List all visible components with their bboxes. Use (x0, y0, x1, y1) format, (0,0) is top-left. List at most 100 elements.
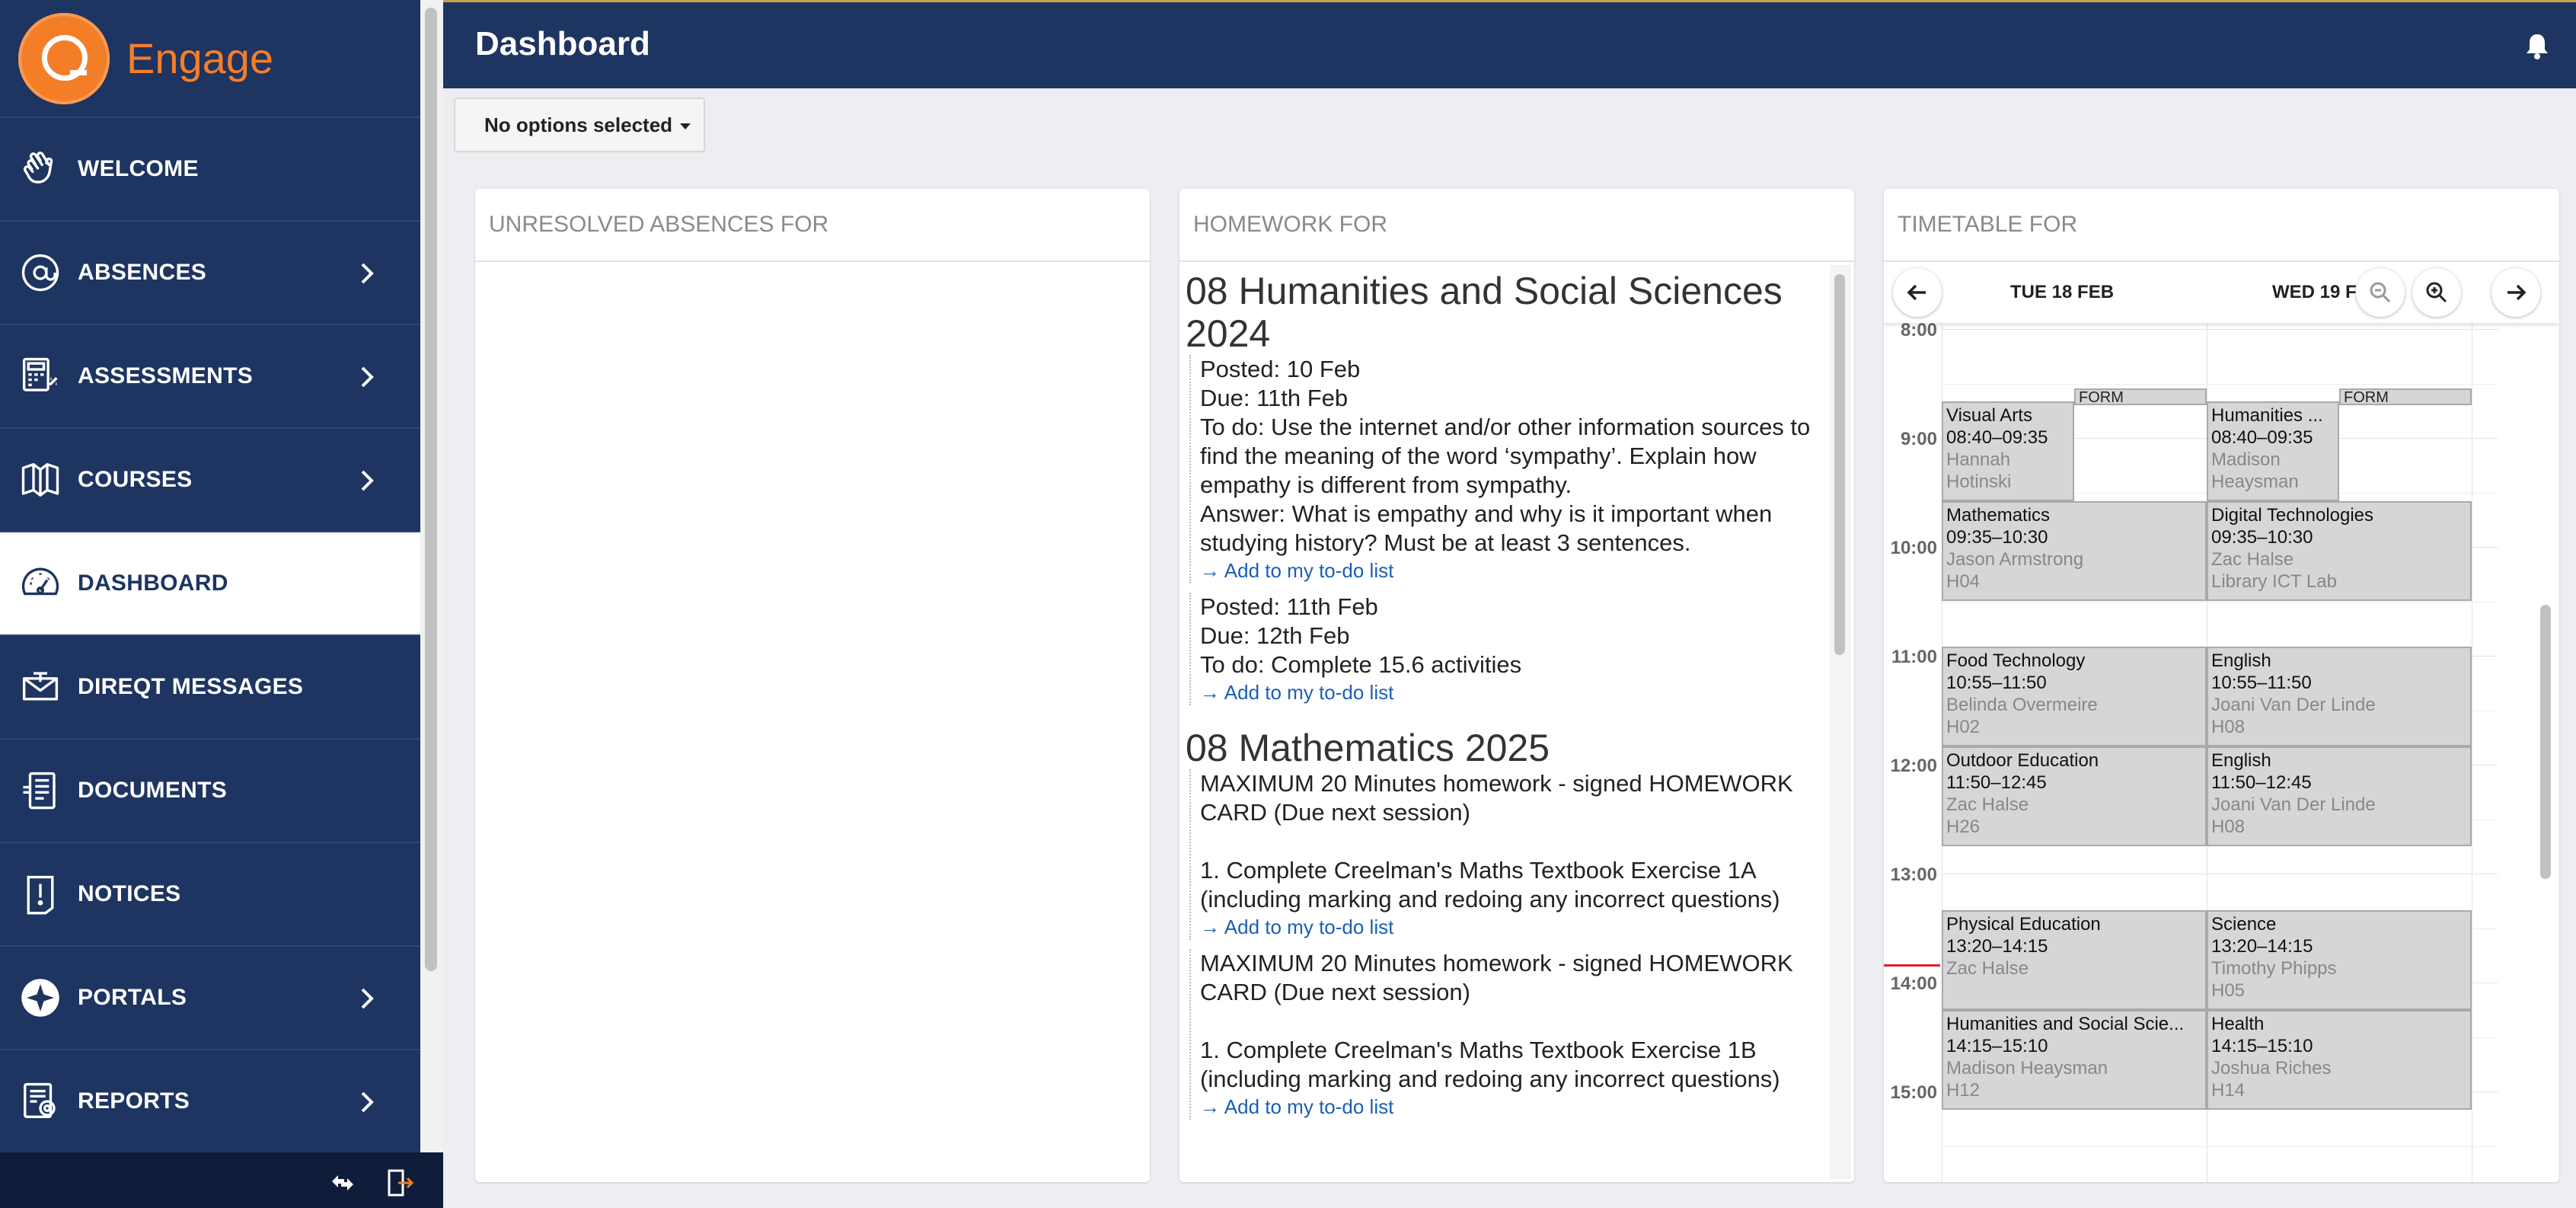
sidebar-item-courses[interactable]: COURSES (0, 429, 420, 532)
event-time: 10:55–11:50 (1946, 673, 2047, 694)
add-to-todo-link[interactable]: → Add to my to-do list (1200, 914, 1831, 940)
timetable-event[interactable]: Physical Education 13:20–14:15 Zac Halse (1942, 909, 2207, 1010)
homework-posted: Posted: 10 Feb (1200, 356, 1361, 382)
arrow-right-icon (2507, 284, 2527, 301)
event-room: H05 (2211, 980, 2246, 1001)
sidebar-item-documents[interactable]: DOCUMENTS (0, 740, 420, 843)
timetable-event[interactable]: Digital Technologies 09:35–10:30 Zac Halse… (2207, 501, 2472, 602)
event-teacher: Hannah (1946, 449, 2011, 471)
homework-text: 1. Complete Creelman's Maths Textbook Ex… (1200, 857, 1780, 912)
homework-item: Posted: 11th Feb Due: 12th Feb To do: Co… (1189, 593, 1831, 705)
timetable-event[interactable]: Mathematics 09:35–10:30 Jason Armstrong H04 (1942, 501, 2207, 602)
sidebar-item-absences[interactable]: ABSENCES (0, 222, 420, 325)
chevron-right-icon (361, 470, 374, 491)
sidebar-item-notices[interactable]: NOTICES (0, 843, 420, 947)
zoom-in-button[interactable] (2412, 268, 2461, 317)
scrollbar-thumb[interactable] (425, 8, 437, 971)
event-teacher: Heaysman (2211, 471, 2299, 493)
homework-item: Posted: 10 Feb Due: 11th Feb To do: Use … (1189, 355, 1831, 583)
event-teacher: Zac Halse (1946, 957, 2029, 979)
homework-panel-title: HOMEWORK FOR (1179, 189, 1854, 262)
event-name: English (2211, 750, 2271, 772)
add-to-todo-link[interactable]: → Add to my to-do list (1200, 558, 1831, 583)
event-time: 08:40–09:35 (1946, 427, 2048, 449)
form-event[interactable]: FORM (2074, 388, 2207, 405)
speedometer-icon (18, 561, 62, 606)
time-label: 15:00 (1890, 1082, 1937, 1103)
timetable-event[interactable]: Humanities ... 08:40–09:35 Madison Heaysman (2207, 401, 2339, 502)
scrollbar-thumb[interactable] (1834, 274, 1845, 655)
event-name: Outdoor Education (1946, 750, 2099, 772)
sidebar-item-portals[interactable]: PORTALS (0, 947, 420, 1050)
homework-scrollbar[interactable] (1830, 265, 1851, 1179)
sidebar-item-label: PORTALS (78, 985, 187, 1010)
chevron-right-icon (361, 988, 374, 1009)
sidebar-item-label: DASHBOARD (78, 570, 228, 596)
hand-wave-icon (18, 147, 62, 191)
event-teacher: Joani Van Der Linde (2211, 794, 2376, 816)
add-to-todo-link[interactable]: → Add to my to-do list (1200, 1094, 1831, 1120)
event-teacher: Zac Halse (1946, 794, 2029, 816)
logout-icon[interactable] (383, 1166, 417, 1200)
add-to-todo-link[interactable]: → Add to my to-do list (1200, 679, 1831, 705)
scrollbar-thumb[interactable] (2540, 605, 2551, 879)
sidebar-item-direqt-messages[interactable]: DIREQT MESSAGES (0, 636, 420, 740)
event-name: Visual Arts (1946, 405, 2032, 427)
prev-day-button[interactable] (1893, 268, 1942, 317)
homework-text: MAXIMUM 20 Minutes homework - signed HOM… (1200, 950, 1793, 1005)
time-label: 8:00 (1900, 320, 1937, 340)
sidebar-item-reports[interactable]: REPORTS (0, 1050, 420, 1154)
absences-panel: UNRESOLVED ABSENCES FOR (475, 189, 1150, 1182)
student-filter-dropdown[interactable]: No options selected (454, 97, 705, 152)
switch-user-icon[interactable] (326, 1166, 359, 1200)
homework-due: Due: 12th Feb (1200, 622, 1350, 649)
timetable-scrollbar[interactable] (2536, 323, 2558, 1182)
day-header: TUE 18 FEB (2010, 282, 2115, 302)
sidebar-scrollbar[interactable] (420, 0, 443, 1152)
sidebar-item-dashboard[interactable]: DASHBOARD (0, 532, 420, 636)
chevron-right-icon (361, 1091, 374, 1113)
form-event[interactable]: FORM (2339, 388, 2472, 405)
sidebar-item-assessments[interactable]: ASSESSMENTS (0, 325, 420, 429)
sidebar-item-label: DOCUMENTS (78, 778, 228, 803)
time-label: 11:00 (1891, 647, 1937, 667)
timetable-event[interactable]: Food Technology 10:55–11:50 Belinda Overme… (1942, 647, 2207, 747)
sidebar-item-label: ASSESSMENTS (78, 363, 254, 388)
document-list-icon (18, 769, 62, 813)
sidebar-item-welcome[interactable]: WELCOME (0, 118, 420, 222)
timetable-event[interactable]: Health 14:15–15:10 Joshua Riches H14 (2207, 1009, 2472, 1110)
timetable-panel: TIMETABLE FOR TUE 18 FEB WED 19 FEB 8:00… (1884, 189, 2559, 1182)
event-name: Digital Technologies (2211, 505, 2374, 526)
event-room: H14 (2211, 1079, 2246, 1101)
zoom-out-button[interactable] (2356, 268, 2405, 317)
event-time: 13:20–14:15 (2211, 935, 2313, 957)
bell-icon[interactable] (2523, 31, 2552, 60)
app-logo[interactable]: Engage (0, 0, 420, 118)
sidebar-item-label: WELCOME (78, 156, 199, 181)
sidebar-item-label: COURSES (78, 467, 193, 492)
homework-text: 1. Complete Creelman's Maths Textbook Ex… (1200, 1037, 1780, 1092)
timetable-panel-title: TIMETABLE FOR (1884, 189, 2559, 262)
event-time: 11:50–12:45 (2211, 772, 2312, 794)
course-heading: 08 Humanities and Social Sciences 2024 (1186, 270, 1783, 355)
timetable-event[interactable]: Visual Arts 08:40–09:35 Hannah Hotinski (1942, 401, 2074, 502)
event-room: H02 (1946, 717, 1981, 738)
timetable-event[interactable]: Humanities and Social Scie... 14:15–15:10… (1942, 1009, 2207, 1110)
event-name: Humanities ... (2211, 405, 2323, 427)
homework-due: Due: 11th Feb (1200, 385, 1349, 411)
timetable-event[interactable]: English 11:50–12:45 Joani Van Der Linde H08 (2207, 746, 2472, 847)
engage-logo-icon (18, 12, 110, 104)
event-name: Mathematics (1946, 505, 2051, 526)
event-time: 09:35–10:30 (1946, 527, 2048, 548)
event-name: Health (2211, 1013, 2265, 1034)
homework-list: 08 Humanities and Social Sciences 2024 P… (1186, 262, 1831, 1182)
homework-answer: Answer: What is empathy and why is it im… (1200, 500, 1773, 556)
event-room: H08 (2211, 717, 2246, 738)
current-time-indicator (1884, 964, 1940, 967)
timetable-event[interactable]: English 10:55–11:50 Joani Van Der Linde H08 (2207, 647, 2472, 747)
top-bar: Dashboard (443, 0, 2576, 88)
homework-todo: To do: Use the internet and/or other inf… (1200, 414, 1811, 498)
next-day-button[interactable] (2491, 268, 2540, 317)
timetable-event[interactable]: Science 13:20–14:15 Timothy Phipps H05 (2207, 909, 2472, 1010)
timetable-event[interactable]: Outdoor Education 11:50–12:45 Zac Halse H26 (1942, 746, 2207, 847)
